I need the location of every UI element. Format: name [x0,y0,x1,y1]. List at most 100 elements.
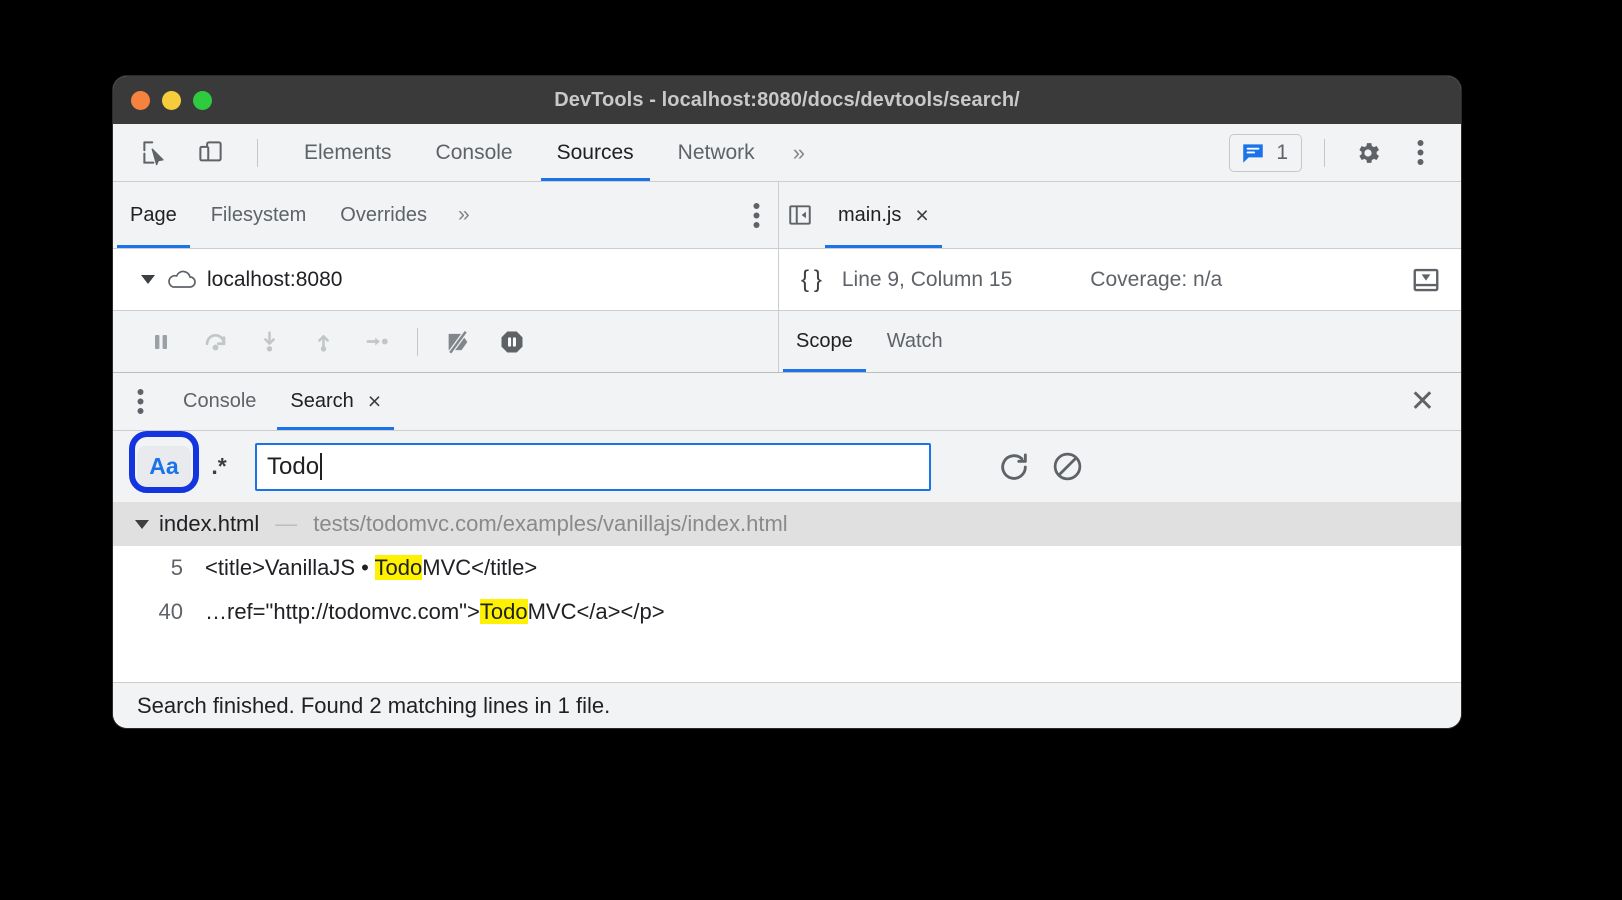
kebab-menu-icon [753,202,760,228]
result-line-code: <title>VanillaJS • TodoMVC</title> [205,555,537,581]
cloud-icon [165,269,197,291]
search-result-row[interactable]: 40 …ref="http://todomvc.com">TodoMVC</a>… [113,590,1461,634]
result-code-after: MVC</a></p> [527,599,665,624]
pause-icon[interactable] [137,320,185,364]
pause-on-exceptions-icon[interactable] [488,320,536,364]
drawer-close-button[interactable]: ✕ [1409,384,1461,418]
kebab-menu-icon [137,389,144,414]
result-line-number: 40 [158,599,183,624]
drawer-tab-search-label: Search [290,390,354,412]
coverage-label: Coverage: n/a [1090,267,1223,291]
search-status-message: Search finished. Found 2 matching lines … [137,692,611,718]
navigator-and-editor-status-row: localhost:8080 { } Line 9, Column 15 Cov… [113,248,1461,310]
chevron-down-icon[interactable] [135,519,149,529]
screenshot-root: DevTools - localhost:8080/docs/devtools/… [0,0,1622,900]
window-titlebar: DevTools - localhost:8080/docs/devtools/… [113,76,1461,124]
collapse-sidebar-icon[interactable] [779,194,821,236]
sidebar-item-filesystem[interactable]: Filesystem [194,182,324,248]
debugger-controls-row: Scope Watch [113,310,1461,372]
gear-icon[interactable] [1347,132,1389,174]
result-code-after: MVC</title> [422,555,538,580]
drawer-header: Console Search × ✕ [113,372,1461,430]
window-title: DevTools - localhost:8080/docs/devtools/… [554,88,1020,111]
tab-network-label: Network [677,140,755,164]
close-icon[interactable]: × [915,202,928,229]
tab-scope[interactable]: Scope [779,311,870,372]
message-count-label: 1 [1276,140,1288,164]
tab-network[interactable]: Network [656,124,777,181]
tab-watch[interactable]: Watch [870,311,960,372]
debugger-divider [417,327,418,356]
search-result-row[interactable]: 5 <title>VanillaJS • TodoMVC</title> [113,546,1461,590]
editor-tabs: main.js × [779,182,1461,248]
editor-tab-label: main.js [838,203,902,226]
tab-console[interactable]: Console [414,124,535,181]
result-file-dash: — [275,511,298,536]
use-regex-button[interactable]: .* [195,446,243,488]
editor-tab-main-js[interactable]: main.js × [821,182,946,248]
match-case-button[interactable]: Aa [137,445,191,488]
sidebar-item-page[interactable]: Page [113,182,194,248]
result-file-name: index.html [159,511,260,536]
match-case-label: Aa [149,453,179,479]
message-bubble-icon [1240,140,1266,166]
toolbar-divider-right [1324,138,1325,167]
step-over-icon[interactable] [191,320,239,364]
step-icon[interactable] [353,320,401,364]
result-code-before: …ref="http://todomvc.com"> [205,599,480,624]
tab-scope-label: Scope [796,330,853,352]
tab-overflow-button[interactable]: » [777,124,821,181]
device-toggle-icon[interactable] [189,132,231,174]
navigator-tabs: Page Filesystem Overrides » [113,182,779,248]
search-results-list: index.html — tests/todomvc.com/examples/… [113,502,1461,634]
regex-label: .* [211,453,227,479]
search-result-file-header[interactable]: index.html — tests/todomvc.com/examples/… [113,502,1461,546]
tab-sources[interactable]: Sources [535,124,656,181]
drawer-tab-search[interactable]: Search × [273,373,398,430]
tab-elements-label: Elements [304,140,392,164]
search-status-bar: Search finished. Found 2 matching lines … [113,682,1461,728]
search-action-buttons [997,450,1084,484]
editor-status-row: { } Line 9, Column 15 Coverage: n/a [779,249,1461,310]
clear-no-entry-icon[interactable] [1051,450,1084,483]
secondary-tabs-row: Page Filesystem Overrides » main.js × [113,182,1461,248]
navigator-overflow-button[interactable]: » [444,182,484,248]
step-out-icon[interactable] [299,320,347,364]
navigator-more-options-button[interactable] [753,202,778,229]
toolbar-left-icons [113,132,270,174]
tab-sources-label: Sources [556,140,634,164]
message-count-badge[interactable]: 1 [1229,133,1302,172]
pretty-print-braces-icon[interactable]: { } [801,266,822,294]
tab-console-label: Console [435,140,513,164]
navigator-tab-overrides-label: Overrides [340,203,427,226]
deactivate-breakpoints-icon[interactable] [434,320,482,364]
drawer-tab-console[interactable]: Console [166,373,273,430]
result-line-number: 5 [170,555,183,580]
inspect-cursor-icon[interactable] [133,132,175,174]
step-into-icon[interactable] [245,320,293,364]
tab-watch-label: Watch [886,330,943,352]
refresh-icon[interactable] [997,450,1031,484]
show-drawer-icon[interactable] [1411,265,1441,295]
close-icon: ✕ [1409,384,1435,418]
result-code-before: <title>VanillaJS • [205,555,375,580]
drawer-more-options-button[interactable] [113,388,166,415]
tree-item-host-label[interactable]: localhost:8080 [207,268,342,292]
search-input[interactable]: Todo [255,442,931,491]
result-code-match: Todo [479,599,528,624]
sidebar-item-overrides[interactable]: Overrides [323,182,444,248]
editor-status-right [1411,265,1461,295]
navigator-tab-filesystem-label: Filesystem [210,203,307,226]
devtools-window: DevTools - localhost:8080/docs/devtools/… [113,76,1461,728]
tab-elements[interactable]: Elements [282,124,414,181]
result-code-match: Todo [374,555,423,580]
navigator-tree: localhost:8080 [113,249,779,310]
chevron-down-icon[interactable] [141,275,155,284]
close-icon[interactable]: × [368,388,381,415]
chevron-double-right-icon: » [792,139,805,165]
text-caret [320,453,323,480]
search-input-value: Todo [267,452,320,480]
kebab-menu-icon[interactable] [1399,132,1441,174]
toolbar-divider [257,138,258,167]
result-line-code: …ref="http://todomvc.com">TodoMVC</a></p… [205,599,665,625]
